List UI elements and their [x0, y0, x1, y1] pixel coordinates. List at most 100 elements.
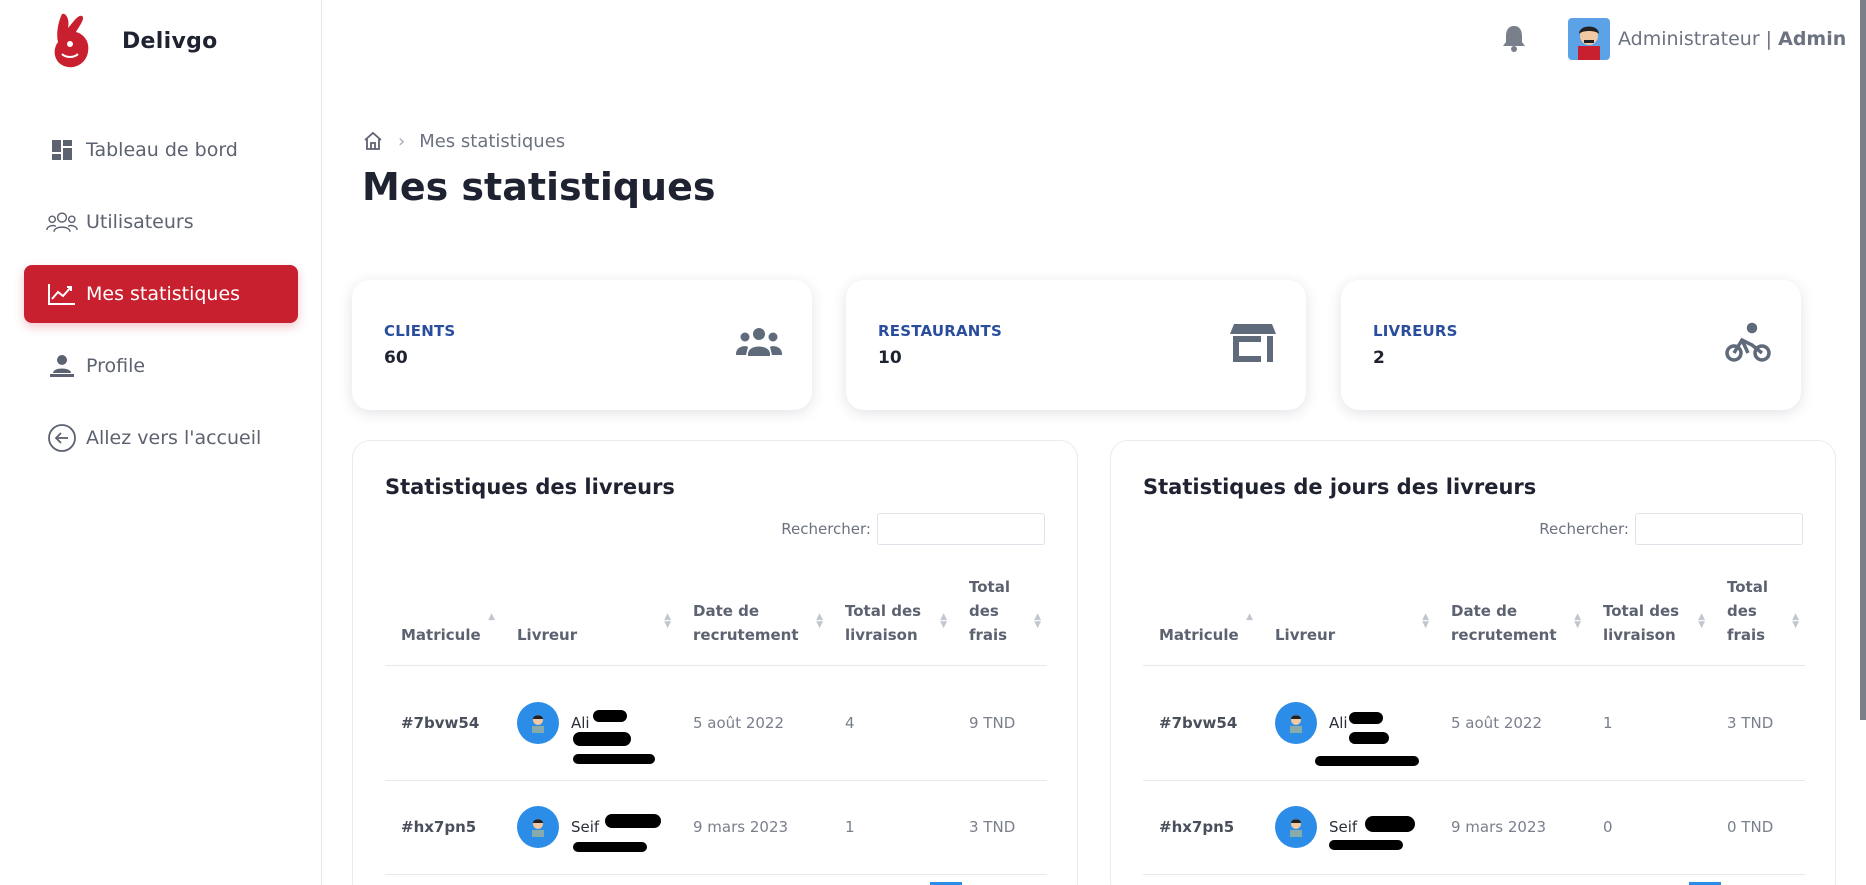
cell-date: 5 août 2022 [677, 665, 829, 781]
users-group-icon [736, 328, 782, 356]
brand[interactable]: Delivgo [48, 10, 218, 72]
table-row[interactable]: #7bvw54 Ali 5 août 2022 1 3 TND [1143, 665, 1805, 781]
table-header-row: Matricule ▲ Livreur ▲ ▼ Date de recrutement… [1143, 569, 1805, 666]
avatar [1568, 18, 1610, 60]
sidebar-item-label: Allez vers l'accueil [86, 427, 262, 449]
sort-icon: ▲ ▼ [1034, 612, 1041, 630]
cell-frais: 0 TND [1711, 780, 1805, 875]
chevron-right-icon: › [398, 130, 406, 152]
cell-frais: 3 TND [953, 780, 1047, 875]
dashboard-icon [46, 134, 78, 166]
sort-icon: ▲ ▼ [1792, 612, 1799, 630]
column-header-livreur[interactable]: Livreur ▲ ▼ [1259, 569, 1435, 666]
cell-matricule: #7bvw54 [385, 665, 501, 781]
breadcrumb-current: Mes statistiques [419, 130, 566, 152]
column-header-livraison[interactable]: Total des livraison ▲ ▼ [1587, 569, 1711, 666]
search-label: Rechercher: [781, 520, 871, 538]
avatar [517, 806, 559, 848]
users-icon [46, 206, 78, 238]
stat-value: 60 [384, 348, 408, 368]
stat-card-livreurs: LIVREURS 2 [1341, 280, 1801, 410]
chart-trend-icon [46, 278, 78, 310]
breadcrumb: › Mes statistiques [362, 130, 565, 152]
stat-card-restaurants: RESTAURANTS 10 [846, 280, 1306, 410]
page-scrollbar[interactable] [1860, 0, 1866, 720]
cell-livreur: Ali [1259, 665, 1435, 781]
cell-date: 9 mars 2023 [677, 780, 829, 875]
sidebar-item-label: Utilisateurs [86, 211, 194, 233]
column-header-matricule[interactable]: Matricule ▲ [1143, 569, 1259, 666]
panel-livreurs-stats: Statistiques des livreurs Rechercher: Ma… [352, 440, 1078, 885]
search: Rechercher: [1539, 513, 1803, 545]
sidebar-item-profile[interactable]: Profile [24, 337, 298, 395]
cell-livreur: Seif [1259, 780, 1435, 875]
sidebar-item-label: Tableau de bord [86, 139, 238, 161]
table-row[interactable]: #hx7pn5 Seif 9 mars 2023 1 3 TND [385, 780, 1047, 875]
livreurs-table: Matricule ▲ Livreur ▲ ▼ Date de recrutement… [385, 569, 1047, 875]
jours-livreurs-table: Matricule ▲ Livreur ▲ ▼ Date de recrutement… [1143, 569, 1805, 875]
sidebar-item-home[interactable]: Allez vers l'accueil [24, 409, 298, 467]
cell-matricule: #7bvw54 [1143, 665, 1259, 781]
sidebar: Delivgo Tableau de bord Utilisateurs Mes… [0, 0, 322, 885]
stat-label: RESTAURANTS [878, 322, 1002, 340]
table-row[interactable]: #7bvw54 Ali 5 août 2022 4 9 TND [385, 665, 1047, 781]
cell-livreur: Ali [501, 665, 677, 781]
sidebar-item-label: Profile [86, 355, 146, 377]
panel-title: Statistiques de jours des livreurs [1143, 475, 1537, 499]
cell-livreur: Seif [501, 780, 677, 875]
avatar [1275, 806, 1317, 848]
avatar [517, 701, 559, 744]
sort-icon: ▲ [488, 612, 495, 622]
arrow-left-circle-icon [46, 422, 78, 454]
rabbit-logo-icon [54, 13, 89, 68]
sort-icon: ▲ ▼ [1574, 612, 1581, 630]
sidebar-nav: Tableau de bord Utilisateurs Mes statist… [24, 121, 298, 481]
stat-label: LIVREURS [1373, 322, 1458, 340]
column-header-matricule[interactable]: Matricule ▲ [385, 569, 501, 666]
panel-jours-livreurs-stats: Statistiques de jours des livreurs Reche… [1110, 440, 1836, 885]
cell-date: 5 août 2022 [1435, 665, 1587, 781]
store-icon [1230, 324, 1276, 362]
column-header-livraison[interactable]: Total des livraison ▲ ▼ [829, 569, 953, 666]
sidebar-item-statistics[interactable]: Mes statistiques [24, 265, 298, 323]
sort-icon: ▲ ▼ [664, 612, 671, 630]
column-header-frais[interactable]: Total des frais ▲ ▼ [1711, 569, 1805, 666]
stat-label: CLIENTS [384, 322, 456, 340]
stat-value: 2 [1373, 348, 1385, 368]
panel-title: Statistiques des livreurs [385, 475, 675, 499]
sidebar-item-users[interactable]: Utilisateurs [24, 193, 298, 251]
profile-icon [46, 350, 78, 382]
cell-livraison: 1 [829, 780, 953, 875]
stat-value: 10 [878, 348, 902, 368]
column-header-livreur[interactable]: Livreur ▲ ▼ [501, 569, 677, 666]
home-icon[interactable] [362, 130, 384, 152]
table-header-row: Matricule ▲ Livreur ▲ ▼ Date de recrutement… [385, 569, 1047, 666]
column-header-frais[interactable]: Total des frais ▲ ▼ [953, 569, 1047, 666]
cell-frais: 3 TND [1711, 665, 1805, 781]
column-header-date[interactable]: Date de recrutement ▲ ▼ [677, 569, 829, 666]
cell-matricule: #hx7pn5 [1143, 780, 1259, 875]
user-menu[interactable]: Administrateur | Admin [1568, 18, 1846, 60]
sort-icon: ▲ ▼ [816, 612, 823, 630]
cell-date: 9 mars 2023 [1435, 780, 1587, 875]
column-header-date[interactable]: Date de recrutement ▲ ▼ [1435, 569, 1587, 666]
sort-icon: ▲ [1246, 612, 1253, 622]
cell-livraison: 1 [1587, 665, 1711, 781]
table-row[interactable]: #hx7pn5 Seif 9 mars 2023 0 0 TND [1143, 780, 1805, 875]
sort-icon: ▲ ▼ [940, 612, 947, 630]
cell-livraison: 4 [829, 665, 953, 781]
cell-livraison: 0 [1587, 780, 1711, 875]
sidebar-item-dashboard[interactable]: Tableau de bord [24, 121, 298, 179]
cell-matricule: #hx7pn5 [385, 780, 501, 875]
search-input[interactable] [877, 513, 1045, 545]
search-label: Rechercher: [1539, 520, 1629, 538]
avatar [1275, 701, 1317, 744]
stat-card-clients: CLIENTS 60 [352, 280, 812, 410]
search-input[interactable] [1635, 513, 1803, 545]
notification-bell-icon[interactable] [1498, 22, 1530, 54]
page-title: Mes statistiques [362, 165, 716, 209]
bicycle-icon [1725, 322, 1771, 362]
cell-frais: 9 TND [953, 665, 1047, 781]
sort-icon: ▲ ▼ [1698, 612, 1705, 630]
user-label: Administrateur | Admin [1618, 28, 1847, 50]
